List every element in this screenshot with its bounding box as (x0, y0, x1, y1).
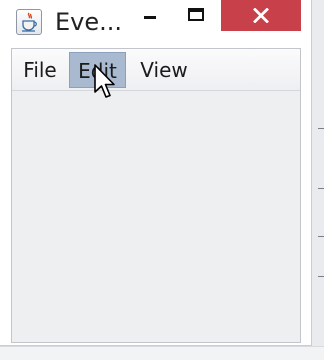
menu-view[interactable]: View (134, 52, 194, 88)
close-button[interactable] (221, 0, 301, 31)
desktop-line (318, 188, 324, 189)
screen: Eve... File Edit View (0, 0, 324, 360)
maximize-button[interactable] (184, 0, 210, 30)
minimize-icon (144, 16, 156, 19)
close-icon (253, 8, 269, 23)
app-window: Eve... File Edit View (0, 0, 312, 346)
desktop-line (318, 276, 324, 277)
java-coffee-cup-icon[interactable] (16, 9, 42, 35)
window-title: Eve... (55, 8, 123, 36)
menu-bar: File Edit View (12, 49, 300, 91)
content-panel[interactable] (12, 91, 300, 342)
desktop-bottom-strip (0, 346, 324, 360)
menu-file[interactable]: File (16, 52, 64, 88)
maximize-icon (188, 8, 204, 21)
desktop-background (312, 0, 324, 360)
mouse-pointer-icon (94, 64, 115, 98)
desktop-line (318, 128, 324, 129)
minimize-button[interactable] (138, 0, 164, 30)
title-bar[interactable]: Eve... (0, 0, 311, 44)
client-area: File Edit View (11, 48, 301, 343)
desktop-line (318, 236, 324, 237)
